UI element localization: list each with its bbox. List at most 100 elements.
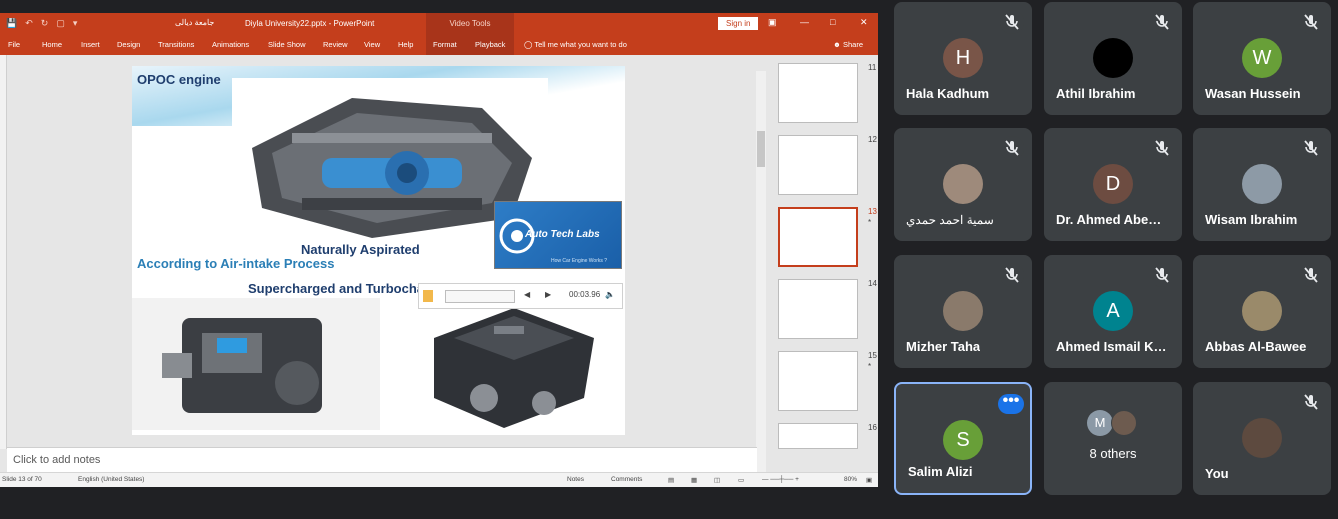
save-icon[interactable]: 💾 [6, 18, 17, 29]
title-bar: 💾 ↶ ↻ ▢ ▾ جامعة ديالى Diyla University22… [0, 13, 878, 55]
play-icon[interactable] [423, 290, 433, 302]
customize-icon[interactable]: ▾ [73, 18, 78, 29]
vertical-ruler [0, 55, 7, 449]
animation-star: * [868, 362, 872, 371]
avatar [1242, 418, 1282, 458]
tell-me-label: Tell me what you want to do [534, 40, 627, 49]
participant-name: Mizher Taha [906, 339, 981, 354]
tab-slide-show[interactable]: Slide Show [268, 40, 306, 49]
participant-name: Wasan Hussein [1205, 86, 1301, 101]
participant-tile[interactable]: H Hala Kadhum [894, 2, 1032, 115]
tab-design[interactable]: Design [117, 40, 140, 49]
participant-name: You [1205, 466, 1229, 481]
volume-icon[interactable]: 🔈 [605, 290, 615, 299]
participant-tile-active[interactable]: ••• S Salim Alizi [894, 382, 1032, 495]
rewind-icon[interactable]: ◀ [524, 290, 530, 299]
slide-sorter-icon[interactable]: ▦ [691, 476, 697, 484]
media-progress-bar[interactable] [445, 290, 515, 303]
lightbulb-icon: ◯ [524, 40, 535, 49]
participant-tile[interactable]: Mizher Taha [894, 255, 1032, 368]
mic-off-icon [1150, 136, 1174, 160]
notes-button[interactable]: Notes [567, 476, 584, 483]
minimize-icon[interactable]: — [800, 17, 809, 27]
slide-scrollbar[interactable] [756, 71, 766, 479]
scrollbar-thumb[interactable] [757, 131, 765, 167]
tab-insert[interactable]: Insert [81, 40, 100, 49]
zoom-slider[interactable]: — ──┼── + [762, 476, 799, 483]
tab-help[interactable]: Help [398, 40, 413, 49]
slide-thumbnail-16[interactable] [778, 423, 858, 449]
participant-tile[interactable]: Abbas Al-Bawee [1193, 255, 1331, 368]
tab-format[interactable]: Format [433, 40, 457, 49]
more-options-button[interactable]: ••• [998, 393, 1024, 414]
reading-view-icon[interactable]: ◫ [714, 476, 720, 484]
slide-thumbnail-13-selected[interactable] [778, 207, 858, 267]
slide-thumbnail-15[interactable] [778, 351, 858, 411]
avatar: A [1093, 291, 1133, 331]
fit-slide-icon[interactable]: ▣ [866, 476, 872, 484]
supercharged-engine-image[interactable] [132, 298, 380, 430]
mic-off-icon [1299, 136, 1323, 160]
notes-pane[interactable]: Click to add notes [7, 447, 757, 472]
tab-transitions[interactable]: Transitions [158, 40, 194, 49]
thumbnail-number: 12 [868, 135, 877, 144]
slide-thumbnail-12[interactable] [778, 135, 858, 195]
participant-name: Athil Ibrahim [1056, 86, 1136, 101]
share-label: Share [842, 40, 863, 49]
zoom-level[interactable]: 80% [844, 476, 857, 483]
current-slide[interactable]: OPOC engine Naturally Aspirated Accordin… [132, 66, 625, 435]
participant-tile[interactable]: سمية احمد حمدي [894, 128, 1032, 241]
slide-thumbnail-11[interactable] [778, 63, 858, 123]
redo-icon[interactable]: ↻ [41, 18, 49, 29]
thumbnail-number: 14 [868, 279, 877, 288]
participant-tile[interactable]: Athil Ibrahim [1044, 2, 1182, 115]
from-beginning-icon[interactable]: ▢ [56, 18, 65, 29]
tab-file[interactable]: File [8, 40, 20, 49]
participant-name: Hala Kadhum [906, 86, 990, 101]
tab-view[interactable]: View [364, 40, 380, 49]
tab-animations[interactable]: Animations [212, 40, 249, 49]
tab-review[interactable]: Review [323, 40, 348, 49]
self-tile[interactable]: You [1193, 382, 1331, 495]
participant-tile[interactable]: D Dr. Ahmed Abe… [1044, 128, 1182, 241]
mic-off-icon [1000, 10, 1024, 34]
others-tile[interactable]: M 8 others [1044, 382, 1182, 495]
video-object-auto-tech-labs[interactable]: Auto Tech Labs How Car Engine Works ? [494, 201, 622, 269]
quick-access-toolbar: 💾 ↶ ↻ ▢ ▾ [6, 18, 77, 29]
tab-home[interactable]: Home [42, 40, 62, 49]
participant-tile[interactable]: Wisam Ibrahim [1193, 128, 1331, 241]
participant-tile[interactable]: W Wasan Hussein [1193, 2, 1331, 115]
ribbon-display-icon[interactable]: ▣ [768, 17, 777, 28]
status-bar: Slide 13 of 70 English (United States) N… [0, 472, 878, 487]
participant-name: سمية احمد حمدي [906, 213, 994, 227]
share-button[interactable]: ☻ Share [833, 40, 863, 49]
thumbnail-number: 15 [868, 351, 877, 360]
sign-in-button[interactable]: Sign in [718, 17, 759, 30]
language-indicator[interactable]: English (United States) [78, 476, 144, 483]
quick-access-label: جامعة ديالى [175, 18, 215, 27]
avatar [1111, 410, 1137, 436]
comments-button[interactable]: Comments [611, 476, 642, 483]
avatar [943, 291, 983, 331]
window-title: Diyla University22.pptx - PowerPoint [245, 19, 375, 28]
mic-off-icon [1299, 263, 1323, 287]
undo-icon[interactable]: ↶ [25, 18, 33, 29]
tab-playback[interactable]: Playback [475, 40, 505, 49]
mic-off-icon [1000, 136, 1024, 160]
slide-thumbnail-14[interactable] [778, 279, 858, 339]
normal-view-icon[interactable]: ▤ [668, 476, 674, 484]
participant-name: Salim Alizi [908, 464, 973, 479]
participant-tile[interactable]: A Ahmed Ismail K… [1044, 255, 1182, 368]
maximize-icon[interactable]: □ [830, 17, 835, 27]
participant-name: Ahmed Ismail K… [1056, 339, 1167, 354]
slideshow-icon[interactable]: ▭ [738, 476, 744, 484]
ribbon-tabs: File Home Insert Design Transitions Anim… [0, 40, 878, 54]
turbocharged-engine-image[interactable] [394, 298, 622, 435]
person-icon: ☻ [833, 40, 843, 49]
tell-me-search[interactable]: ◯ Tell me what you want to do [524, 40, 627, 49]
forward-icon[interactable]: ▶ [545, 290, 551, 299]
thumbnail-number: 11 [868, 63, 877, 72]
thumbnail-number: 13 [868, 207, 877, 216]
close-icon[interactable]: ✕ [860, 17, 868, 28]
air-intake-text: According to Air-intake Process [137, 256, 335, 271]
